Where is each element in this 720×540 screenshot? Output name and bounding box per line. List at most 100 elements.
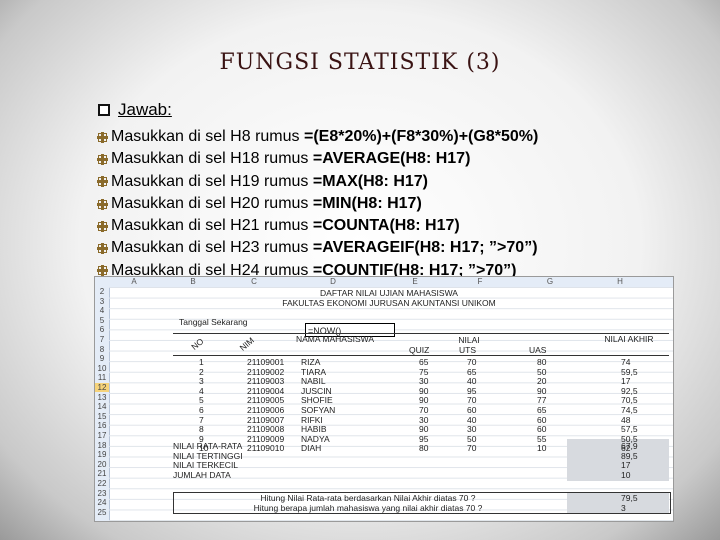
row-quiz[interactable]: 95 — [419, 434, 428, 444]
row-header[interactable]: 2 — [95, 287, 109, 296]
column-header[interactable]: B — [159, 277, 227, 286]
row-uts[interactable]: 30 — [467, 424, 476, 434]
row-nim[interactable]: 21109006 — [247, 405, 284, 415]
row-akhir[interactable]: 59,5 — [621, 367, 638, 377]
row-header[interactable]: 16 — [95, 421, 109, 430]
row-uas[interactable]: 50 — [537, 367, 546, 377]
row-header[interactable]: 10 — [95, 364, 109, 373]
row-header[interactable]: 9 — [95, 354, 109, 363]
row-nama[interactable]: NADYA — [301, 434, 330, 444]
row-quiz[interactable]: 90 — [419, 424, 428, 434]
row-nama[interactable]: SHOFIE — [301, 395, 333, 405]
row-nim[interactable]: 21109009 — [247, 434, 284, 444]
row-uts[interactable]: 60 — [467, 405, 476, 415]
stat-value[interactable]: 89,5 — [621, 451, 638, 461]
row-quiz[interactable]: 65 — [419, 357, 428, 367]
row-akhir[interactable]: 48 — [621, 415, 630, 425]
row-nim[interactable]: 21109001 — [247, 357, 284, 367]
row-header[interactable]: 7 — [95, 335, 109, 344]
row-nim[interactable]: 21109007 — [247, 415, 284, 425]
row-akhir[interactable]: 17 — [621, 376, 630, 386]
stat-value[interactable]: 10 — [621, 470, 630, 480]
row-quiz[interactable]: 80 — [419, 443, 428, 453]
row-akhir[interactable]: 70,5 — [621, 395, 638, 405]
row-nama[interactable]: HABIB — [301, 424, 327, 434]
row-nama[interactable]: RIZA — [301, 357, 320, 367]
row-nama[interactable]: DIAH — [301, 443, 321, 453]
row-header[interactable]: 23 — [95, 489, 109, 498]
row-quiz[interactable]: 30 — [419, 415, 428, 425]
row-uts[interactable]: 40 — [467, 376, 476, 386]
row-header[interactable]: 4 — [95, 306, 109, 315]
row-header[interactable]: 3 — [95, 297, 109, 306]
row-header[interactable]: 22 — [95, 479, 109, 488]
row-no[interactable]: 2 — [199, 367, 204, 377]
stat-value[interactable]: 17 — [621, 460, 630, 470]
row-akhir[interactable]: 74,5 — [621, 405, 638, 415]
row-uts[interactable]: 50 — [467, 434, 476, 444]
row-quiz[interactable]: 90 — [419, 386, 428, 396]
row-uas[interactable]: 65 — [537, 405, 546, 415]
row-quiz[interactable]: 90 — [419, 395, 428, 405]
column-header[interactable]: C — [227, 277, 281, 286]
row-uas[interactable]: 60 — [537, 424, 546, 434]
row-no[interactable]: 3 — [199, 376, 204, 386]
question-answer[interactable]: 3 — [621, 503, 626, 513]
row-no[interactable]: 7 — [199, 415, 204, 425]
row-header[interactable]: 21 — [95, 469, 109, 478]
row-uts[interactable]: 40 — [467, 415, 476, 425]
row-uts[interactable]: 70 — [467, 443, 476, 453]
row-nama[interactable]: RIFKI — [301, 415, 323, 425]
row-header[interactable]: 14 — [95, 402, 109, 411]
question-answer[interactable]: 79,5 — [621, 493, 638, 503]
row-uas[interactable]: 55 — [537, 434, 546, 444]
row-header[interactable]: 17 — [95, 431, 109, 440]
row-header[interactable]: 19 — [95, 450, 109, 459]
row-header[interactable]: 12 — [95, 383, 109, 392]
stat-value[interactable]: 67,9 — [621, 441, 638, 451]
row-header[interactable]: 11 — [95, 373, 109, 382]
row-nama[interactable]: NABIL — [301, 376, 326, 386]
row-header[interactable]: 13 — [95, 393, 109, 402]
row-header[interactable]: 5 — [95, 316, 109, 325]
row-nim[interactable]: 21109010 — [247, 443, 284, 453]
row-uas[interactable]: 80 — [537, 357, 546, 367]
row-header[interactable]: 20 — [95, 460, 109, 469]
row-header[interactable]: 25 — [95, 508, 109, 517]
column-header[interactable]: F — [445, 277, 515, 286]
row-uas[interactable]: 90 — [537, 386, 546, 396]
row-uas[interactable]: 20 — [537, 376, 546, 386]
row-uas[interactable]: 77 — [537, 395, 546, 405]
column-header[interactable]: A — [109, 277, 159, 286]
row-no[interactable]: 5 — [199, 395, 204, 405]
row-no[interactable]: 4 — [199, 386, 204, 396]
row-akhir[interactable]: 57,5 — [621, 424, 638, 434]
row-quiz[interactable]: 30 — [419, 376, 428, 386]
row-header[interactable]: 15 — [95, 412, 109, 421]
row-uts[interactable]: 70 — [467, 357, 476, 367]
row-uts[interactable]: 95 — [467, 386, 476, 396]
row-quiz[interactable]: 70 — [419, 405, 428, 415]
column-header[interactable]: H — [585, 277, 655, 286]
row-akhir[interactable]: 74 — [621, 357, 630, 367]
row-no[interactable]: 6 — [199, 405, 204, 415]
row-nim[interactable]: 21109004 — [247, 386, 284, 396]
row-header[interactable]: 18 — [95, 441, 109, 450]
column-header[interactable]: D — [281, 277, 385, 286]
row-uas[interactable]: 60 — [537, 415, 546, 425]
row-nim[interactable]: 21109002 — [247, 367, 284, 377]
row-nama[interactable]: SOFYAN — [301, 405, 335, 415]
row-nama[interactable]: TIARA — [301, 367, 326, 377]
row-nim[interactable]: 21109008 — [247, 424, 284, 434]
column-header[interactable]: G — [515, 277, 585, 286]
row-no[interactable]: 8 — [199, 424, 204, 434]
row-nama[interactable]: JUSCIN — [301, 386, 332, 396]
row-nim[interactable]: 21109005 — [247, 395, 284, 405]
row-header[interactable]: 24 — [95, 498, 109, 507]
row-uas[interactable]: 10 — [537, 443, 546, 453]
row-header[interactable]: 6 — [95, 325, 109, 334]
row-header[interactable]: 8 — [95, 345, 109, 354]
row-no[interactable]: 1 — [199, 357, 204, 367]
row-uts[interactable]: 70 — [467, 395, 476, 405]
row-akhir[interactable]: 92,5 — [621, 386, 638, 396]
